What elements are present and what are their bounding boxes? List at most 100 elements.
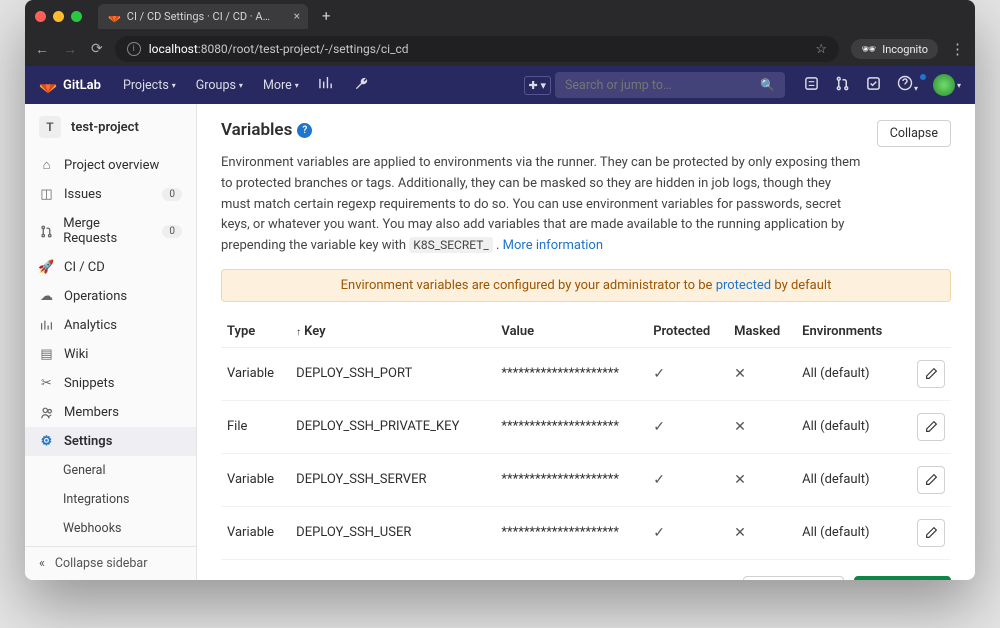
protected-banner: Environment variables are configured by … [221, 269, 951, 302]
help-icon[interactable]: ▾ [890, 75, 925, 95]
sort-ascending-icon: ↑ [296, 327, 301, 338]
sidebar-item-snippets[interactable]: ✂Snippets [25, 369, 196, 398]
brand-logo[interactable]: GitLab [39, 76, 101, 94]
edit-variable-button[interactable] [917, 360, 945, 388]
gear-icon: ⚙ [39, 434, 54, 449]
new-tab-button[interactable]: + [316, 7, 337, 25]
plus-dropdown[interactable]: ✚ ▾ [524, 76, 551, 95]
pencil-icon [925, 526, 938, 539]
sidebar-item-analytics[interactable]: Analytics [25, 311, 196, 340]
topnav-more[interactable]: More▾ [255, 78, 307, 93]
var-value: ********************* [495, 347, 647, 400]
var-value: ********************* [495, 400, 647, 453]
edit-variable-button[interactable] [917, 413, 945, 441]
more-information-link[interactable]: More information [503, 238, 603, 253]
col-key[interactable]: ↑Key [290, 316, 495, 348]
col-masked[interactable]: Masked [728, 316, 796, 348]
sidebar-sub-integrations[interactable]: Integrations [25, 485, 196, 514]
search-icon[interactable]: 🔍 [760, 78, 775, 92]
collapse-sidebar-button[interactable]: « Collapse sidebar [25, 546, 196, 580]
site-info-icon[interactable]: i [127, 42, 141, 56]
chevron-down-icon: ▾ [172, 81, 176, 90]
project-sidebar: T test-project ⌂Project overview ◫Issues… [25, 104, 197, 580]
gitlab-logo-icon [39, 76, 57, 94]
sidebar-item-wiki[interactable]: ▤Wiki [25, 340, 196, 369]
browser-tab-title: CI / CD Settings · CI / CD · Adm [127, 10, 280, 23]
check-icon: ✓ [653, 525, 665, 541]
reload-button[interactable]: ⟳ [91, 41, 103, 58]
search-input[interactable] [565, 78, 752, 93]
sidebar-sub-webhooks[interactable]: Webhooks [25, 514, 196, 543]
maximize-window-icon[interactable] [71, 11, 82, 22]
browser-tab-bar: CI / CD Settings · CI / CD · Adm × + [25, 0, 975, 32]
protected-link[interactable]: protected [716, 278, 771, 293]
var-type: Variable [221, 506, 290, 559]
bookmark-icon[interactable]: ☆ [815, 42, 827, 57]
issues-icon: ◫ [39, 187, 54, 202]
reveal-values-button[interactable]: Reveal values [743, 576, 845, 580]
var-value: ********************* [495, 506, 647, 559]
admin-wrench-icon[interactable] [346, 76, 377, 95]
project-header[interactable]: T test-project [25, 104, 196, 150]
operations-icon: ☁ [39, 289, 54, 304]
members-icon [39, 406, 54, 420]
variables-table: Type ↑Key Value Protected Masked Environ… [221, 316, 951, 560]
minimize-window-icon[interactable] [53, 11, 64, 22]
var-env: All (default) [796, 506, 904, 559]
collapse-button[interactable]: Collapse [877, 120, 951, 147]
pencil-icon [925, 367, 938, 380]
var-protected: ✓ [647, 400, 728, 453]
edit-variable-button[interactable] [917, 466, 945, 494]
pencil-icon [925, 420, 938, 433]
incognito-badge[interactable]: 🕶 Incognito [851, 39, 938, 59]
activity-icon[interactable] [311, 76, 342, 95]
close-window-icon[interactable] [35, 11, 46, 22]
browser-menu-icon[interactable]: ⋮ [950, 40, 965, 58]
sidebar-item-settings[interactable]: ⚙Settings [25, 427, 196, 456]
col-environments[interactable]: Environments [796, 316, 904, 348]
var-type: File [221, 400, 290, 453]
rocket-icon: 🚀 [39, 260, 54, 275]
var-protected: ✓ [647, 506, 728, 559]
var-masked: ✕ [728, 453, 796, 506]
analytics-icon [39, 319, 54, 332]
topnav-groups[interactable]: Groups▾ [188, 78, 251, 93]
col-value[interactable]: Value [495, 316, 647, 348]
user-avatar[interactable] [933, 74, 955, 96]
check-icon: ✓ [653, 472, 665, 488]
merge-icon [39, 225, 53, 238]
global-search[interactable]: 🔍 [555, 72, 785, 98]
address-field[interactable]: i localhost:8080/root/test-project/-/set… [115, 36, 839, 62]
sidebar-item-merge-requests[interactable]: Merge Requests0 [25, 209, 196, 253]
sidebar-item-project-overview[interactable]: ⌂Project overview [25, 150, 196, 180]
chevron-down-icon: ▾ [914, 84, 918, 93]
check-icon: ✓ [653, 366, 665, 382]
col-type[interactable]: Type [221, 316, 290, 348]
sidebar-item-issues[interactable]: ◫Issues0 [25, 180, 196, 209]
topnav-projects[interactable]: Projects▾ [115, 78, 184, 93]
edit-variable-button[interactable] [917, 519, 945, 547]
browser-tab[interactable]: CI / CD Settings · CI / CD · Adm × [98, 4, 308, 29]
sidebar-sub-general[interactable]: General [25, 456, 196, 485]
back-button[interactable]: ← [35, 41, 49, 58]
x-icon: ✕ [734, 525, 746, 541]
check-icon: ✓ [653, 419, 665, 435]
help-icon[interactable]: ? [297, 123, 312, 138]
topnav: GitLab Projects▾ Groups▾ More▾ ✚ ▾ 🔍 ▾ ▾ [25, 66, 975, 104]
add-variable-button[interactable]: Add Variable [854, 576, 951, 580]
x-icon: ✕ [734, 419, 746, 435]
merge-requests-icon[interactable] [828, 76, 857, 95]
sidebar-item-cicd[interactable]: 🚀CI / CD [25, 253, 196, 282]
x-icon: ✕ [734, 472, 746, 488]
issues-icon[interactable] [797, 76, 826, 95]
url-port: :8080 [198, 42, 228, 56]
chevron-down-icon: ▾ [957, 81, 961, 90]
sidebar-item-operations[interactable]: ☁Operations [25, 282, 196, 311]
forward-button[interactable]: → [63, 41, 77, 58]
var-masked: ✕ [728, 400, 796, 453]
close-tab-icon[interactable]: × [294, 9, 300, 23]
todos-icon[interactable] [859, 76, 888, 95]
chevron-down-icon: ▾ [295, 81, 299, 90]
sidebar-item-members[interactable]: Members [25, 398, 196, 427]
col-protected[interactable]: Protected [647, 316, 728, 348]
